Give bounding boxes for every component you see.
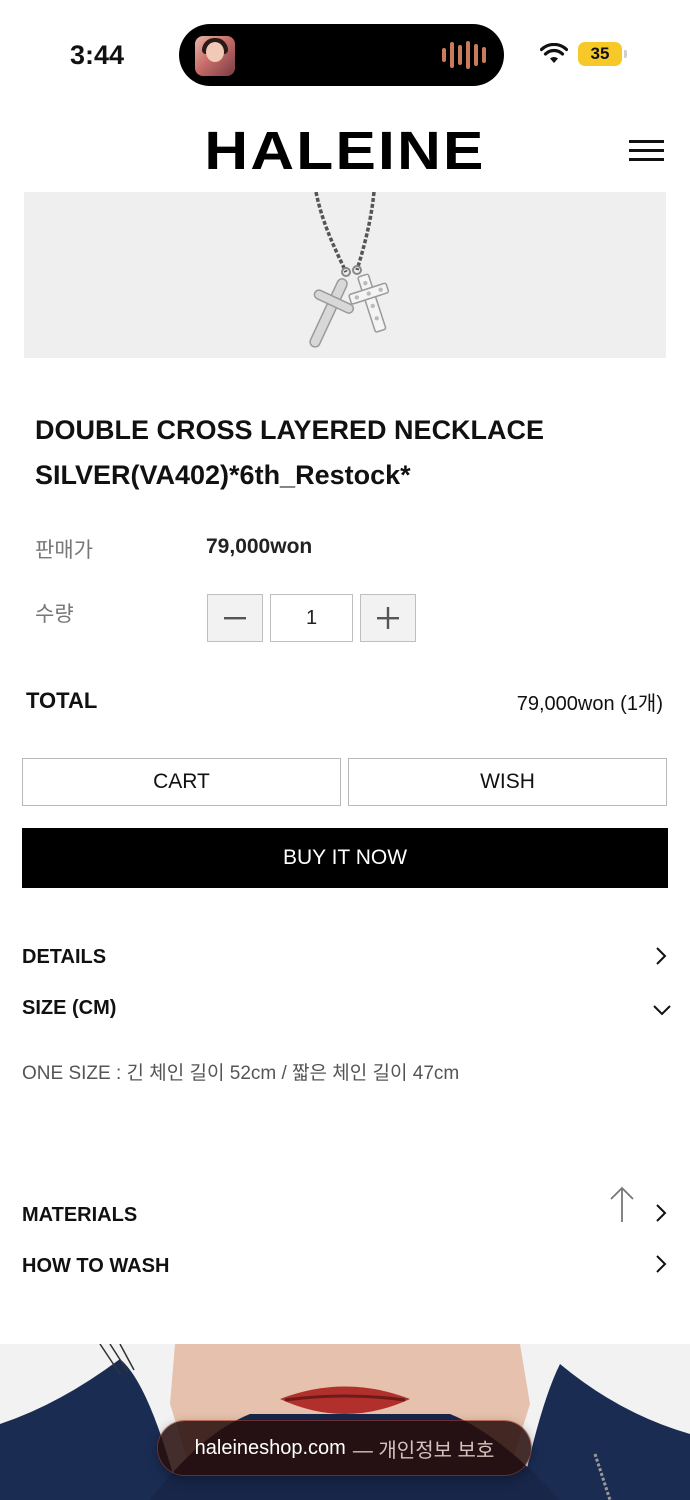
browser-address-bar[interactable]: haleineshop.com — 개인정보 보호 [158,1421,531,1475]
minus-icon [224,617,246,620]
price-label: 판매가 [35,539,93,562]
url-domain: haleineshop.com [194,1436,346,1459]
quantity-decrease-button[interactable] [207,594,263,642]
quantity-label: 수량 [35,603,74,626]
buy-now-button[interactable]: BUY IT NOW [22,828,668,888]
total-value: 79,000won (1개) [516,693,663,715]
accordion-how-to-wash[interactable]: HOW TO WASH [22,1255,169,1278]
price-value: 79,000won [206,535,313,558]
dynamic-island[interactable] [179,24,504,86]
wish-button[interactable]: WISH [348,758,667,806]
quantity-increase-button[interactable] [360,594,416,642]
product-image[interactable] [24,192,666,358]
product-title-line1: DOUBLE CROSS LAYERED NECKLACE [35,415,545,445]
chevron-right-icon[interactable] [652,1202,670,1224]
hamburger-menu-icon[interactable] [629,140,664,162]
site-logo[interactable]: HALEINE [0,120,690,182]
plus-icon [377,607,399,629]
cart-button[interactable]: CART [22,758,341,806]
battery-indicator: 35 [578,42,627,66]
quantity-input[interactable]: 1 [270,594,353,642]
status-indicators: 35 [540,42,627,66]
accordion-size[interactable]: SIZE (CM) [22,997,116,1020]
wifi-icon [540,43,568,63]
arrow-up-icon[interactable] [608,1186,636,1224]
total-label: TOTAL [26,688,98,713]
product-title-line2: SILVER(VA402)*6th_Restock* [35,460,411,490]
chevron-down-icon[interactable] [652,1000,672,1020]
chevron-right-icon[interactable] [652,1253,670,1275]
accordion-details[interactable]: DETAILS [22,946,106,969]
double-cross-necklace-image [309,192,390,348]
product-title: DOUBLE CROSS LAYERED NECKLACE SILVER(VA4… [35,408,655,498]
now-playing-thumbnail[interactable] [195,36,235,76]
accordion-materials[interactable]: MATERIALS [22,1204,137,1227]
audio-waveform-icon [442,41,486,69]
status-time: 3:44 [70,40,125,70]
privacy-note: — 개인정보 보호 [352,1439,495,1462]
size-description: ONE SIZE : 긴 체인 길이 52cm / 짧은 체인 길이 47cm [22,1063,460,1084]
chevron-right-icon[interactable] [652,945,670,967]
